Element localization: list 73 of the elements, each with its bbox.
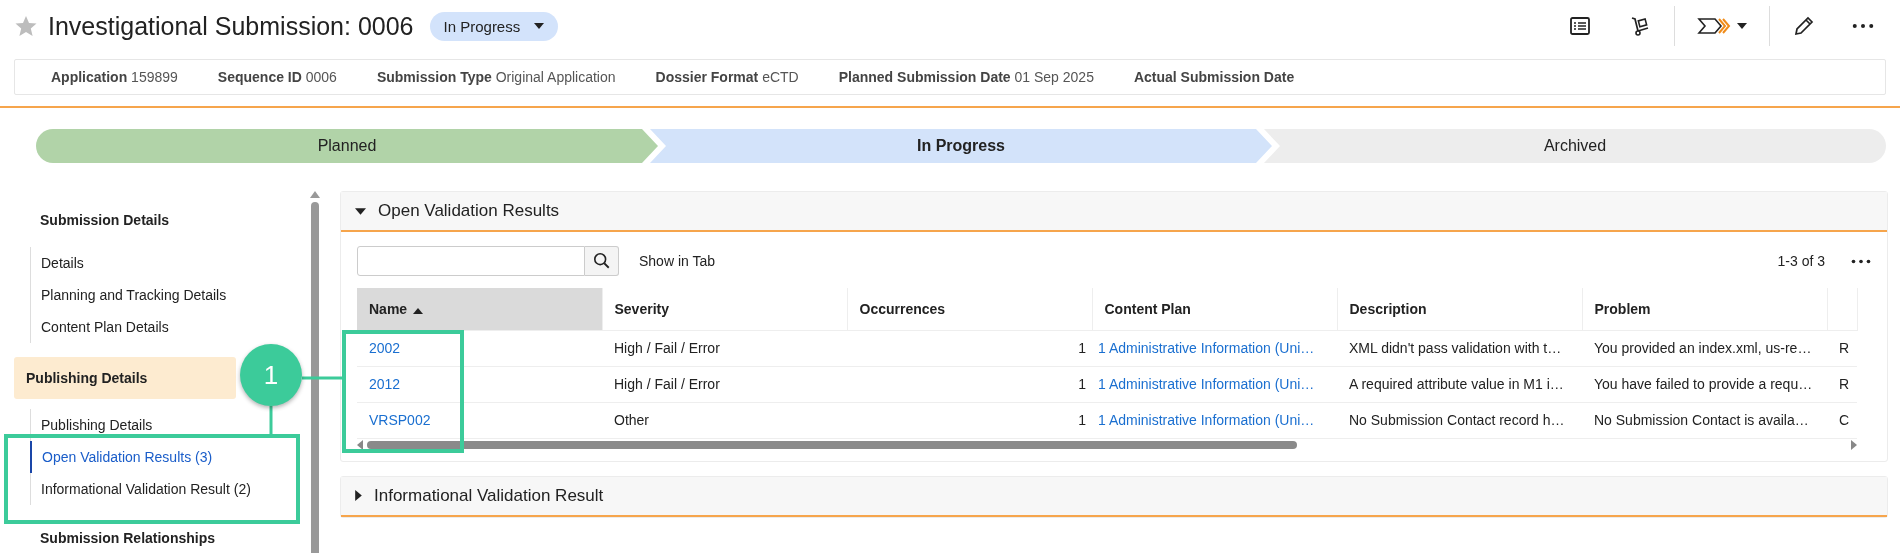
- show-in-tab-link[interactable]: Show in Tab: [639, 253, 715, 269]
- table-link[interactable]: 1 Administrative Information (Uni…: [1092, 402, 1337, 438]
- callout-badge: 1: [240, 344, 302, 406]
- section-header[interactable]: Informational Validation Result: [341, 476, 1887, 517]
- summary-field: Submission Type Original Application: [376, 69, 616, 85]
- table-cell: A required attribute value in M1 i…: [1337, 366, 1582, 402]
- sidebar-section[interactable]: Submission Relationships: [14, 519, 298, 553]
- table-cell: No Submission Contact is availa…: [1582, 402, 1827, 438]
- column-header[interactable]: Name: [357, 288, 602, 330]
- result-count: 1-3 of 3: [1777, 253, 1825, 269]
- expand-icon: [355, 490, 362, 501]
- table-cell: R: [1827, 330, 1857, 366]
- column-header[interactable]: Severity: [602, 288, 847, 330]
- lifecycle-button[interactable]: [1697, 16, 1747, 36]
- summary-field: Application 159899: [51, 69, 178, 85]
- page-title: Investigational Submission: 0006: [48, 11, 414, 41]
- more-icon[interactable]: [1851, 258, 1871, 264]
- table-cell: C: [1827, 402, 1857, 438]
- chevrons-icon: [1697, 16, 1731, 36]
- lifecycle-stage: Archived: [1264, 129, 1886, 163]
- sidebar-item[interactable]: Informational Validation Result (2): [31, 473, 310, 505]
- sidebar-section[interactable]: Publishing Details: [14, 357, 236, 399]
- summary-field: Sequence ID 0006: [217, 69, 337, 85]
- summary-field: Planned Submission Date 01 Sep 2025: [838, 69, 1094, 85]
- summary-field: Dossier Format eCTD: [655, 69, 799, 85]
- scroll-up-icon[interactable]: [310, 191, 320, 198]
- caret-icon: [534, 23, 545, 29]
- table-cell: XML didn't pass validation with t…: [1337, 330, 1582, 366]
- table-cell: Other: [602, 402, 847, 438]
- table-cell: 1: [847, 402, 1092, 438]
- table-cell: R: [1827, 366, 1857, 402]
- status-dropdown[interactable]: In Progress: [429, 11, 559, 41]
- caret-icon: [1737, 23, 1747, 29]
- table-link[interactable]: 2012: [357, 366, 602, 402]
- table-cell: 1: [847, 330, 1092, 366]
- sidebar-section[interactable]: Submission Details: [14, 201, 298, 239]
- search-field[interactable]: [357, 246, 585, 276]
- summary-field: Actual Submission Date: [1133, 69, 1295, 85]
- search-button[interactable]: [585, 246, 619, 276]
- table-cell: You have failed to provide a requ…: [1582, 366, 1827, 402]
- table-cell: High / Fail / Error: [602, 330, 847, 366]
- section-header[interactable]: Open Validation Results: [341, 192, 1887, 232]
- table-link[interactable]: VRSP002: [357, 402, 602, 438]
- scrollbar[interactable]: [357, 438, 1857, 451]
- table-cell: You provided an index.xml, us-re…: [1582, 330, 1827, 366]
- scroll-left-icon[interactable]: [357, 439, 363, 450]
- lifecycle-stage: In Progress: [650, 129, 1272, 163]
- leader-line: [302, 376, 342, 380]
- star-icon[interactable]: [14, 14, 38, 38]
- pencil-icon[interactable]: [1792, 14, 1816, 38]
- leader-line: [269, 406, 273, 434]
- collapse-icon: [355, 207, 366, 215]
- column-header[interactable]: Occurrences: [847, 288, 1092, 330]
- search-icon: [592, 252, 611, 270]
- table-link[interactable]: 1 Administrative Information (Uni…: [1092, 330, 1337, 366]
- sort-ascending-icon: [413, 307, 424, 314]
- scrollbar[interactable]: [310, 191, 320, 553]
- table-link[interactable]: 2002: [357, 330, 602, 366]
- sidebar-item[interactable]: Planning and Tracking Details: [31, 279, 310, 311]
- column-header[interactable]: Problem: [1582, 288, 1827, 330]
- column-header[interactable]: Description: [1337, 288, 1582, 330]
- table-cell: High / Fail / Error: [602, 366, 847, 402]
- more-icon[interactable]: [1852, 23, 1874, 29]
- column-header[interactable]: Content Plan: [1092, 288, 1337, 330]
- table-cell: 1: [847, 366, 1092, 402]
- table-cell: No Submission Contact record h…: [1337, 402, 1582, 438]
- scroll-right-icon[interactable]: [1851, 439, 1857, 450]
- sidebar-item[interactable]: Details: [31, 247, 310, 279]
- list-icon[interactable]: [1568, 14, 1592, 38]
- table-link[interactable]: 1 Administrative Information (Uni…: [1092, 366, 1337, 402]
- lifecycle-stage: Planned: [36, 129, 658, 163]
- sidebar-item[interactable]: Content Plan Details: [31, 311, 310, 343]
- sidebar-item[interactable]: Publishing Details: [31, 409, 310, 441]
